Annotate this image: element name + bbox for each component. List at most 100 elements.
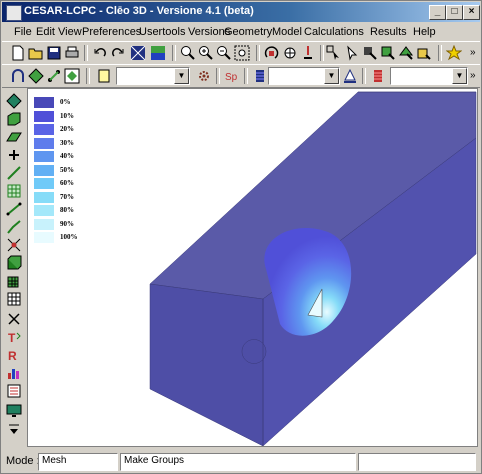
main-toolbar: » bbox=[2, 41, 480, 65]
undo-icon[interactable] bbox=[92, 45, 108, 61]
select-face-icon[interactable] bbox=[398, 45, 414, 61]
model-front-face bbox=[149, 283, 264, 446]
select-volume-icon[interactable] bbox=[416, 45, 432, 61]
select-group-icon[interactable] bbox=[380, 45, 396, 61]
maximize-button[interactable]: □ bbox=[446, 5, 463, 20]
toolbar-separator bbox=[320, 45, 324, 61]
svg-text:T: T bbox=[8, 331, 16, 345]
monitor-icon[interactable] bbox=[6, 403, 22, 419]
load-combo[interactable]: ▼ bbox=[390, 67, 468, 85]
menu-help[interactable]: Help bbox=[413, 26, 436, 38]
group-combo[interactable]: ▼ bbox=[268, 67, 340, 85]
volume-mesh-icon[interactable] bbox=[6, 255, 22, 271]
list-icon[interactable] bbox=[6, 383, 22, 399]
green-diamond-icon[interactable] bbox=[64, 68, 80, 84]
redo-icon[interactable] bbox=[110, 45, 126, 61]
note-icon[interactable] bbox=[96, 68, 112, 84]
svg-text:Sp: Sp bbox=[225, 72, 238, 83]
grid-pattern-icon[interactable] bbox=[252, 68, 268, 84]
polyline-icon[interactable] bbox=[6, 219, 22, 235]
settings-icon[interactable] bbox=[196, 68, 212, 84]
table-icon[interactable] bbox=[6, 291, 22, 307]
main-window: CESAR-LCPC - Clēo 3D - Versione 4.1 (bet… bbox=[0, 0, 482, 474]
dropdown-arrow-icon[interactable]: ▼ bbox=[452, 68, 467, 84]
view-combo[interactable]: ▼ bbox=[116, 67, 190, 85]
zoom-in-icon[interactable] bbox=[198, 45, 214, 61]
support-icon[interactable] bbox=[342, 68, 358, 84]
zoom-icon[interactable] bbox=[180, 45, 196, 61]
secondary-toolbar: ▼ Sp ▼ ▼ » bbox=[2, 64, 480, 88]
toolbar-separator bbox=[362, 68, 366, 84]
scatter-nodes-icon[interactable] bbox=[46, 68, 62, 84]
tunnel-notch bbox=[241, 339, 267, 364]
menu-view[interactable]: View bbox=[58, 26, 82, 38]
left-toolbar: T R bbox=[3, 89, 25, 445]
dropdown-arrow-icon[interactable]: ▼ bbox=[324, 68, 339, 84]
select-node-icon[interactable] bbox=[326, 45, 342, 61]
diamond-node-icon[interactable] bbox=[6, 93, 22, 109]
toolbar-separator bbox=[84, 45, 88, 61]
mesh-node-icon[interactable] bbox=[6, 237, 22, 253]
app-icon bbox=[6, 5, 22, 21]
cross-icon[interactable] bbox=[6, 147, 22, 163]
dropdown-arrow-icon[interactable]: ▼ bbox=[174, 68, 189, 84]
toolbar-overflow[interactable]: » bbox=[470, 70, 476, 81]
toolbar-separator bbox=[438, 45, 442, 61]
window-title: CESAR-LCPC - Clēo 3D - Versione 4.1 (bet… bbox=[24, 5, 254, 17]
mesh-view-icon[interactable] bbox=[130, 45, 146, 61]
toolbar-overflow[interactable]: » bbox=[470, 47, 476, 58]
load-icon[interactable] bbox=[370, 68, 386, 84]
toolbar-separator bbox=[256, 45, 260, 61]
model-3d-view bbox=[149, 91, 477, 446]
menu-edit[interactable]: Edit bbox=[36, 26, 55, 38]
plane-icon[interactable] bbox=[6, 129, 22, 145]
menu-file[interactable]: File bbox=[14, 26, 32, 38]
menu-geometry[interactable]: Geometry bbox=[224, 26, 272, 38]
minimize-button[interactable]: _ bbox=[429, 5, 446, 20]
menu-preferences[interactable]: Preferences bbox=[82, 26, 141, 38]
scroll-down-icon[interactable] bbox=[6, 421, 22, 437]
zoom-out-icon[interactable] bbox=[216, 45, 232, 61]
segment-icon[interactable] bbox=[6, 201, 22, 217]
close-button[interactable]: × bbox=[463, 5, 480, 20]
mode-field: Mesh bbox=[38, 453, 118, 471]
text-t-icon[interactable]: T bbox=[6, 329, 22, 345]
light-icon[interactable] bbox=[300, 45, 316, 61]
title-bar[interactable]: CESAR-LCPC - Clēo 3D - Versione 4.1 (bet… bbox=[2, 2, 480, 22]
svg-text:R: R bbox=[8, 349, 17, 363]
rotate-icon[interactable] bbox=[264, 45, 280, 61]
star-icon[interactable] bbox=[446, 45, 462, 61]
open-folder-icon[interactable] bbox=[28, 45, 44, 61]
cut-icon[interactable] bbox=[6, 311, 22, 327]
block-icon[interactable] bbox=[6, 111, 22, 127]
menu-results[interactable]: Results bbox=[370, 26, 407, 38]
toolbar-separator bbox=[86, 68, 90, 84]
bar-chart-icon[interactable] bbox=[6, 365, 22, 381]
pointer-icon[interactable] bbox=[344, 45, 360, 61]
viewport-canvas[interactable]: 0% 10% 20% 30% 40% 50% 60% 70% 80% 90% 100% bbox=[27, 88, 478, 447]
text-r-icon[interactable]: R bbox=[6, 347, 22, 363]
menu-bar: File Edit View Preferences Usertools Ver… bbox=[2, 23, 480, 41]
hex-mesh-icon[interactable] bbox=[6, 273, 22, 289]
action-field: Make Groups bbox=[120, 453, 356, 471]
menu-usertools[interactable]: Usertools bbox=[139, 26, 185, 38]
toolbar-separator bbox=[244, 68, 248, 84]
mode-label: Mode : bbox=[6, 455, 40, 467]
print-icon[interactable] bbox=[64, 45, 80, 61]
menu-calculations[interactable]: Calculations bbox=[304, 26, 364, 38]
new-file-icon[interactable] bbox=[10, 45, 26, 61]
save-icon[interactable] bbox=[46, 45, 62, 61]
zoom-window-icon[interactable] bbox=[234, 45, 250, 61]
results-view-icon[interactable] bbox=[150, 45, 166, 61]
grid-icon[interactable] bbox=[6, 183, 22, 199]
toolbar-separator bbox=[216, 68, 220, 84]
select-element-icon[interactable] bbox=[362, 45, 378, 61]
diamond-icon[interactable] bbox=[28, 68, 44, 84]
menu-model[interactable]: Model bbox=[272, 26, 302, 38]
info-field bbox=[358, 453, 476, 471]
toolbar-separator bbox=[172, 45, 176, 61]
arch-icon[interactable] bbox=[10, 68, 26, 84]
pan-icon[interactable] bbox=[282, 45, 298, 61]
line-icon[interactable] bbox=[6, 165, 22, 181]
sp-icon[interactable]: Sp bbox=[224, 68, 240, 84]
